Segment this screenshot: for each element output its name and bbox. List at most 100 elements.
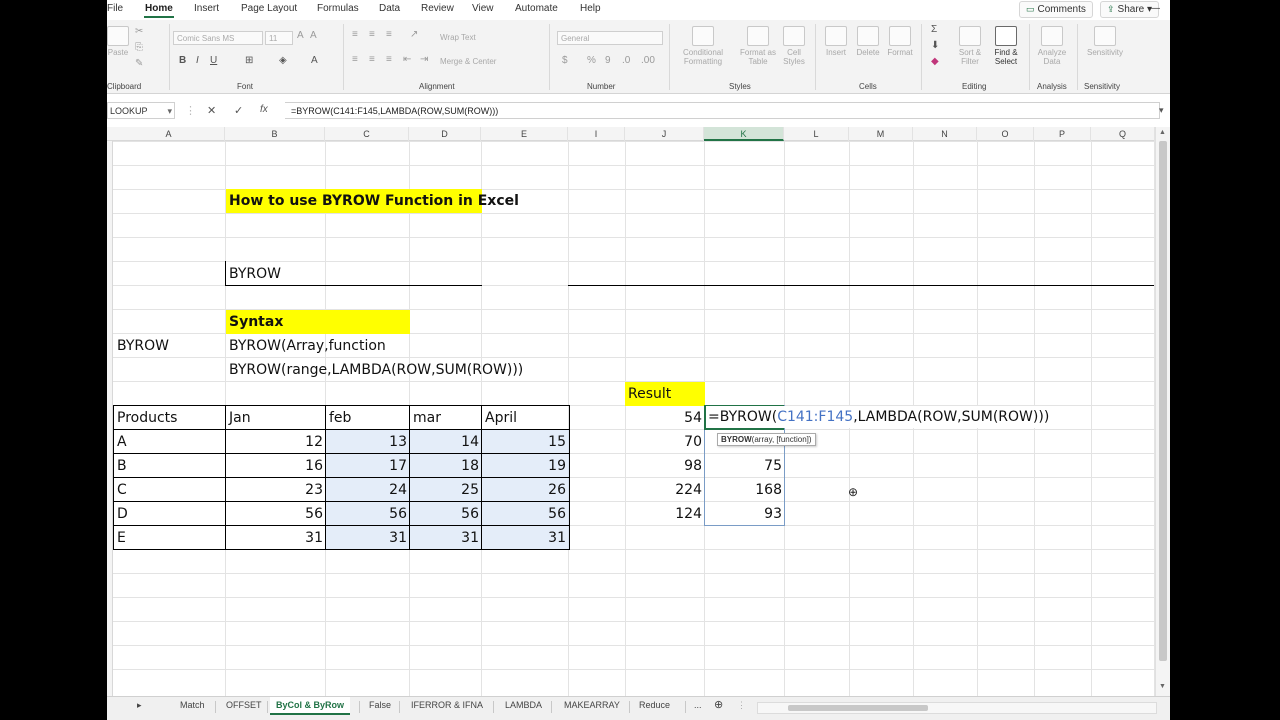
add-sheet-icon[interactable]: ⊕ — [712, 698, 725, 711]
expand-formula-bar-icon[interactable]: ▾ — [1159, 105, 1164, 116]
insert-cells-button[interactable]: Insert — [821, 26, 851, 57]
result-cell-j[interactable]: 224 — [625, 478, 705, 502]
font-name-box[interactable]: Comic Sans MS — [173, 31, 263, 45]
sheet-tab-false[interactable]: False — [367, 700, 393, 710]
bold-icon[interactable]: B — [179, 55, 186, 66]
table-header-products[interactable]: Products — [114, 406, 180, 430]
tab-file[interactable]: File — [107, 3, 123, 14]
column-header-d[interactable]: D — [409, 127, 481, 141]
table-cell[interactable]: 23 — [226, 478, 326, 502]
page-title[interactable]: How to use BYROW Function in Excel — [226, 189, 519, 213]
number-format-box[interactable]: General — [557, 31, 663, 45]
comments-button[interactable]: ▭ Comments — [1019, 1, 1093, 18]
format-painter-icon[interactable]: ✎ — [135, 58, 143, 69]
analyze-data-button[interactable]: Analyze Data — [1035, 26, 1069, 66]
table-cell[interactable]: 15 — [482, 430, 569, 454]
merge-center-button[interactable]: Merge & Center — [440, 57, 496, 66]
table-cell[interactable]: 24 — [326, 478, 410, 502]
italic-icon[interactable]: I — [196, 55, 199, 66]
byrow-heading[interactable]: BYROW — [226, 262, 284, 286]
font-color-icon[interactable]: A — [311, 55, 318, 66]
table-cell[interactable]: 25 — [410, 478, 482, 502]
align-center-icon[interactable]: ≡ — [369, 54, 375, 65]
result-cell-j[interactable]: 124 — [625, 502, 705, 526]
align-right-icon[interactable]: ≡ — [386, 54, 392, 65]
increase-font-icon[interactable]: A — [297, 30, 304, 41]
cell-editor[interactable]: =BYROW(C141:F145,LAMBDA(ROW,SUM(ROW))) — [706, 406, 1052, 428]
table-cell[interactable]: 31 — [226, 526, 326, 550]
increase-decimal-icon[interactable]: .0 — [622, 55, 630, 66]
result-cell-j[interactable]: 54 — [625, 406, 705, 430]
tab-view[interactable]: View — [472, 3, 494, 14]
table-cell[interactable]: 56 — [482, 502, 569, 526]
table-cell-product[interactable]: B — [114, 454, 130, 478]
comma-icon[interactable]: 9 — [605, 55, 611, 66]
fill-icon[interactable]: ⬇ — [931, 40, 939, 51]
tab-insert[interactable]: Insert — [194, 3, 219, 14]
result-label[interactable]: Result — [625, 382, 705, 406]
table-cell[interactable]: 31 — [410, 526, 482, 550]
orientation-icon[interactable]: ↗ — [410, 29, 418, 40]
autosum-icon[interactable]: Σ — [931, 24, 937, 35]
column-header-o[interactable]: O — [977, 127, 1034, 141]
vertical-scrollbar[interactable]: ▲ ▼ — [1155, 127, 1170, 697]
sort-filter-button[interactable]: Sort & Filter — [953, 26, 987, 66]
ribbon-collapse-icon[interactable]: — — [1150, 3, 1160, 14]
syntax-heading[interactable]: Syntax — [226, 310, 410, 334]
conditional-formatting-button[interactable]: Conditional Formatting — [673, 26, 733, 66]
insert-function-button[interactable]: fx — [260, 104, 268, 115]
sheet-tab-lambda[interactable]: LAMBDA — [503, 700, 544, 710]
find-select-button[interactable]: Find & Select — [989, 26, 1023, 66]
column-header-i[interactable]: I — [568, 127, 625, 141]
sensitivity-button[interactable]: Sensitivity — [1083, 26, 1127, 57]
decrease-indent-icon[interactable]: ⇤ — [403, 54, 411, 65]
formula-input[interactable]: =BYROW(C141:F145,LAMBDA(ROW,SUM(ROW))) — [285, 102, 1160, 119]
column-header-m[interactable]: M — [849, 127, 913, 141]
clear-icon[interactable]: ◆ — [931, 56, 939, 67]
table-header-jan[interactable]: Jan — [226, 406, 254, 430]
result-cell-j[interactable]: 98 — [625, 454, 705, 478]
font-size-box[interactable]: 11 — [265, 31, 293, 45]
sheet-tab-iferror-ifna[interactable]: IFERROR & IFNA — [409, 700, 485, 710]
currency-icon[interactable]: $ — [562, 55, 568, 66]
copy-icon[interactable]: ⎘ — [135, 42, 143, 53]
table-cell[interactable]: 26 — [482, 478, 569, 502]
name-box[interactable]: LOOKUP ▾ — [107, 102, 175, 119]
table-cell-product[interactable]: C — [114, 478, 130, 502]
tab-help[interactable]: Help — [580, 3, 601, 14]
tab-home[interactable]: Home — [145, 3, 173, 14]
table-cell[interactable]: 19 — [482, 454, 569, 478]
result-cell-k[interactable]: 75 — [705, 454, 785, 478]
wrap-text-button[interactable]: Wrap Text — [440, 33, 476, 42]
tab-automate[interactable]: Automate — [515, 3, 558, 14]
scroll-up-icon[interactable]: ▲ — [1159, 129, 1166, 136]
table-cell-product[interactable]: A — [114, 430, 130, 454]
table-cell[interactable]: 56 — [326, 502, 410, 526]
table-cell[interactable]: 17 — [326, 454, 410, 478]
column-header-q[interactable]: Q — [1091, 127, 1155, 141]
cancel-icon[interactable]: ✕ — [207, 104, 216, 117]
table-header-mar[interactable]: mar — [410, 406, 444, 430]
decrease-decimal-icon[interactable]: .00 — [641, 55, 655, 66]
column-header-c[interactable]: C — [325, 127, 409, 141]
percent-icon[interactable]: % — [587, 55, 596, 66]
horizontal-scrollbar[interactable] — [757, 702, 1157, 714]
underline-icon[interactable]: U — [210, 55, 217, 66]
paste-button[interactable]: Paste — [107, 26, 129, 57]
more-options-icon[interactable]: ⋮ — [735, 700, 748, 711]
column-header-l[interactable]: L — [784, 127, 849, 141]
sheet-tab-bycol-byrow[interactable]: ByCol & ByRow — [270, 697, 351, 715]
column-header-k[interactable]: K — [704, 127, 784, 141]
decrease-font-icon[interactable]: A — [310, 30, 317, 41]
align-left-icon[interactable]: ≡ — [352, 54, 358, 65]
tab-formulas[interactable]: Formulas — [317, 3, 359, 14]
cell-styles-button[interactable]: Cell Styles — [779, 26, 809, 66]
table-cell[interactable]: 56 — [226, 502, 326, 526]
table-cell[interactable]: 56 — [410, 502, 482, 526]
spreadsheet-grid[interactable]: How to use BYROW Function in Excel BYROW… — [113, 141, 1155, 696]
table-cell[interactable]: 31 — [482, 526, 569, 550]
column-header-p[interactable]: P — [1034, 127, 1091, 141]
table-cell[interactable]: 14 — [410, 430, 482, 454]
sheet-tab-reduce[interactable]: Reduce — [637, 700, 672, 710]
sheet-tab-match[interactable]: Match — [178, 700, 207, 710]
